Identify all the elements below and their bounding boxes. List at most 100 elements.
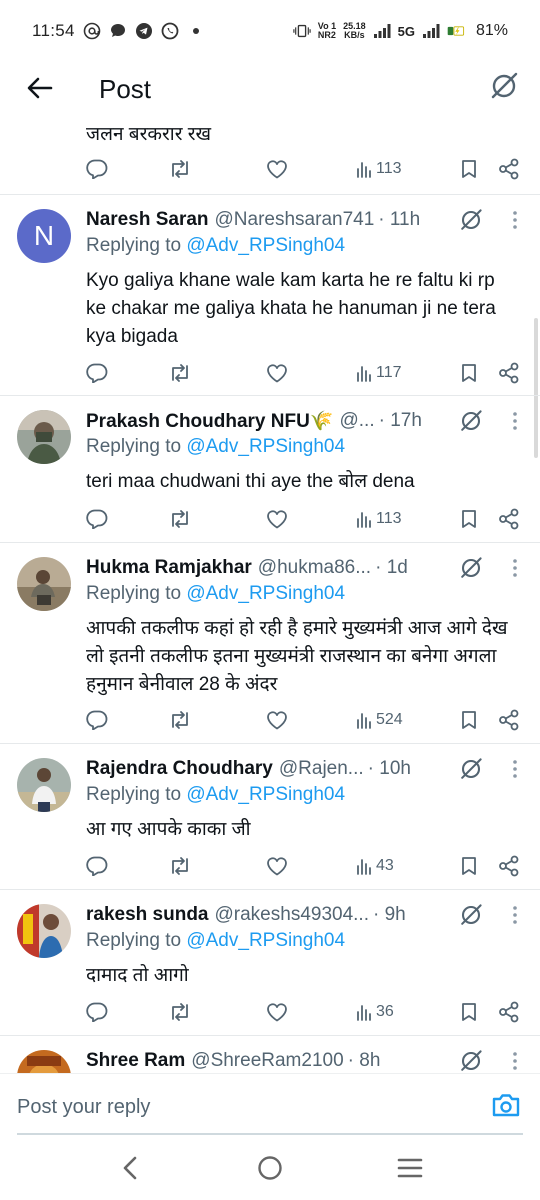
more-vertical-icon[interactable] xyxy=(506,555,524,581)
like-button[interactable] xyxy=(266,363,288,383)
bookmark-button[interactable] xyxy=(460,856,478,876)
reply-button[interactable] xyxy=(86,1002,108,1022)
more-vertical-icon[interactable] xyxy=(506,207,524,233)
reply-input[interactable]: Post your reply xyxy=(17,1096,150,1119)
bookmark-button[interactable] xyxy=(460,159,478,179)
reply-tweet[interactable]: Shree Ram @ShreeRam2100 · 8h xyxy=(0,1036,540,1073)
grok-icon[interactable] xyxy=(458,207,484,233)
reply-button[interactable] xyxy=(86,159,108,179)
author-handle[interactable]: @rakeshs49304... xyxy=(215,904,370,926)
views-button[interactable]: 43 xyxy=(356,857,394,875)
avatar[interactable] xyxy=(17,904,71,958)
author-handle[interactable]: @ShreeRam2100 xyxy=(191,1050,343,1072)
reply-button[interactable] xyxy=(86,509,108,529)
share-icon xyxy=(498,709,520,731)
grok-icon[interactable] xyxy=(458,902,484,928)
arrow-left-icon xyxy=(27,77,53,104)
replying-to-handle[interactable]: @Adv_RPSingh04 xyxy=(186,583,345,604)
page-title: Post xyxy=(99,74,152,104)
avatar[interactable] xyxy=(17,758,71,812)
nav-home-button[interactable] xyxy=(245,1145,295,1195)
like-button[interactable] xyxy=(266,159,288,179)
more-vertical-icon[interactable] xyxy=(506,756,524,782)
home-circle-icon xyxy=(257,1155,283,1186)
replies-feed[interactable]: जलन बरकरार रख 113 N Naresh Saran @Naresh… xyxy=(0,118,540,1073)
like-button[interactable] xyxy=(266,1002,288,1022)
share-button[interactable] xyxy=(498,158,520,180)
bookmark-button[interactable] xyxy=(460,509,478,529)
like-button[interactable] xyxy=(266,710,288,730)
views-button[interactable]: 113 xyxy=(356,510,402,528)
share-button[interactable] xyxy=(498,709,520,731)
repost-button[interactable] xyxy=(168,159,192,179)
tweet-text: teri maa chudwani thi aye the बोल dena xyxy=(86,471,415,492)
tweet-actions: 43 xyxy=(86,851,520,881)
repost-button[interactable] xyxy=(168,363,192,383)
more-vertical-icon[interactable] xyxy=(506,408,524,434)
author-name[interactable]: Shree Ram xyxy=(86,1050,185,1072)
views-button[interactable]: 36 xyxy=(356,1003,394,1021)
replying-to-handle[interactable]: @Adv_RPSingh04 xyxy=(186,930,345,951)
repost-button[interactable] xyxy=(168,509,192,529)
grok-icon[interactable] xyxy=(458,555,484,581)
reply-tweet[interactable]: Prakash Choudhary NFU🌾 @... · 17h Replyi… xyxy=(0,396,540,543)
back-button[interactable] xyxy=(22,72,58,108)
grok-icon[interactable] xyxy=(458,1048,484,1073)
nav-recents-button[interactable] xyxy=(385,1145,435,1195)
like-button[interactable] xyxy=(266,856,288,876)
author-name[interactable]: Hukma Ramjakhar xyxy=(86,557,252,579)
bookmark-button[interactable] xyxy=(460,363,478,383)
partial-tweet[interactable]: जलन बरकरार रख 113 xyxy=(0,118,540,195)
avatar[interactable] xyxy=(17,557,71,611)
author-name[interactable]: rakesh sunda xyxy=(86,904,209,926)
camera-button[interactable] xyxy=(490,1092,522,1122)
avatar[interactable] xyxy=(17,410,71,464)
replying-to-handle[interactable]: @Adv_RPSingh04 xyxy=(186,436,345,457)
share-button[interactable] xyxy=(498,855,520,877)
views-chart-icon xyxy=(356,510,372,528)
bookmark-button[interactable] xyxy=(460,1002,478,1022)
status-bar: 11:54 Vo 1 NR2 25.18 KB/s 5G 81% xyxy=(0,0,540,62)
author-handle[interactable]: @hukma86... xyxy=(258,557,371,579)
author-handle[interactable]: @... xyxy=(339,410,374,432)
repost-button[interactable] xyxy=(168,1002,192,1022)
author-handle[interactable]: @Rajen... xyxy=(279,758,364,780)
repost-button[interactable] xyxy=(168,710,192,730)
status-bar-left: 11:54 xyxy=(32,21,205,41)
repost-icon xyxy=(168,856,192,876)
more-vertical-icon[interactable] xyxy=(506,902,524,928)
reply-tweet[interactable]: N Naresh Saran @Nareshsaran741 · 11h Rep… xyxy=(0,195,540,396)
bookmark-icon xyxy=(460,363,478,383)
bookmark-button[interactable] xyxy=(460,710,478,730)
reply-button[interactable] xyxy=(86,363,108,383)
views-button[interactable]: 524 xyxy=(356,711,403,729)
reply-tweet[interactable]: Rajendra Choudhary @Rajen... · 10h Reply… xyxy=(0,744,540,890)
share-button[interactable] xyxy=(498,362,520,384)
avatar[interactable]: N xyxy=(17,209,71,263)
avatar[interactable] xyxy=(17,1050,71,1073)
speed-unit: KB/s xyxy=(344,30,365,40)
author-name[interactable]: Prakash Choudhary NFU🌾 xyxy=(86,409,333,433)
grok-icon[interactable] xyxy=(458,408,484,434)
replying-to-handle[interactable]: @Adv_RPSingh04 xyxy=(186,784,345,805)
bookmark-icon xyxy=(460,856,478,876)
views-button[interactable]: 113 xyxy=(356,160,402,178)
replying-to-handle[interactable]: @Adv_RPSingh04 xyxy=(186,235,345,256)
author-name[interactable]: Rajendra Choudhary xyxy=(86,758,273,780)
reply-button[interactable] xyxy=(86,710,108,730)
author-name[interactable]: Naresh Saran xyxy=(86,209,209,231)
like-button[interactable] xyxy=(266,509,288,529)
avatar-photo xyxy=(17,410,71,464)
grok-icon[interactable] xyxy=(458,756,484,782)
nav-back-button[interactable] xyxy=(105,1145,155,1195)
share-button[interactable] xyxy=(498,508,520,530)
reply-button[interactable] xyxy=(86,856,108,876)
more-vertical-icon[interactable] xyxy=(506,1048,524,1073)
author-handle[interactable]: @Nareshsaran741 xyxy=(215,209,375,231)
grok-button[interactable] xyxy=(486,70,522,106)
views-button[interactable]: 117 xyxy=(356,364,402,382)
reply-tweet[interactable]: rakesh sunda @rakeshs49304... · 9h Reply… xyxy=(0,890,540,1036)
repost-button[interactable] xyxy=(168,856,192,876)
reply-tweet[interactable]: Hukma Ramjakhar @hukma86... · 1d Replyin… xyxy=(0,543,540,744)
share-button[interactable] xyxy=(498,1001,520,1023)
